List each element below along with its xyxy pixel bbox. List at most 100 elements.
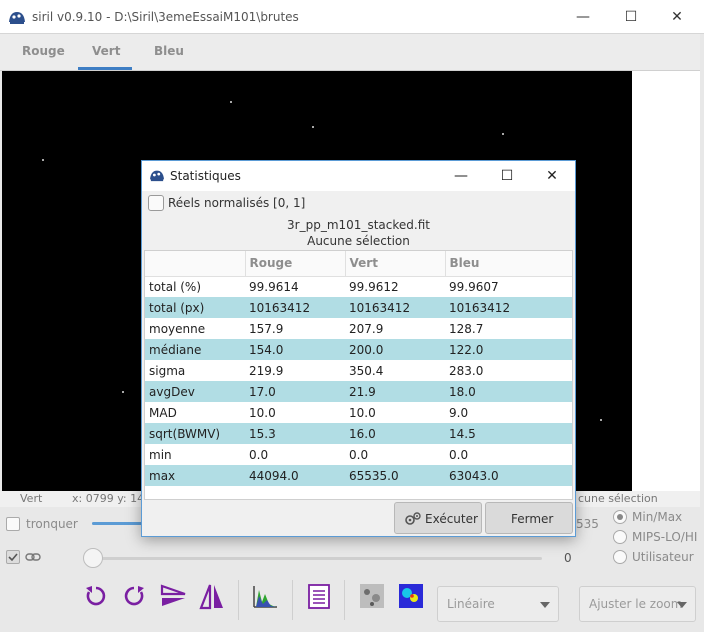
mirror-horizontal-icon[interactable] (159, 582, 187, 610)
vert-value: 207.9 (349, 321, 384, 336)
rouge-value: 0.0 (249, 447, 269, 462)
star-point (230, 101, 232, 103)
rotate-right-icon[interactable] (120, 582, 148, 610)
dialog-titlebar: Statistiques — ☐ ✕ (142, 161, 575, 191)
link-checkbox[interactable] (6, 550, 20, 564)
rouge-value: 17.0 (245, 381, 345, 402)
tab-vert[interactable]: Vert (92, 44, 120, 58)
bleu-value: 9.0 (449, 405, 469, 420)
file-name: 3r_pp_m101_stacked.fit (287, 218, 430, 232)
vert-value: 0.0 (349, 447, 369, 462)
table-header-row: Rouge Vert Bleu (145, 251, 572, 277)
table-row: avgDev 17.0 21.9 18.0 (145, 381, 572, 402)
table-row: total (%) 99.9614 99.9612 99.9607 (145, 276, 572, 297)
mirror-vertical-icon[interactable] (198, 582, 226, 610)
close-dialog-button[interactable]: Fermer (485, 502, 573, 534)
vert-value: 99.9612 (349, 279, 399, 294)
normalize-label: Réels normalisés [0, 1] (168, 196, 306, 210)
grayscale-view-icon[interactable] (358, 582, 386, 610)
column-header-vert[interactable]: Vert (345, 251, 446, 277)
star-point (42, 159, 44, 161)
maximize-button[interactable]: ☐ (616, 6, 646, 28)
rouge-value: 44094.0 (245, 465, 345, 486)
bleu-value: 128.7 (449, 321, 484, 336)
window-title: siril v0.9.10 - D:\Siril\3emeEssaiM101\b… (32, 10, 299, 24)
scale-combo[interactable]: Linéaire (437, 586, 559, 622)
radio-mips-lo-hi[interactable] (613, 530, 627, 544)
chevron-down-icon (540, 602, 550, 608)
status-channel: Vert (20, 492, 43, 505)
toolbar-separator (238, 580, 239, 620)
scale-combo-value: Linéaire (447, 597, 495, 611)
main-titlebar: siril v0.9.10 - D:\Siril\3emeEssaiM101\b… (0, 0, 704, 34)
radio-min-max[interactable] (613, 510, 627, 524)
radio-utilisateur[interactable] (613, 550, 627, 564)
radio-mips-label: MIPS-LO/HI (632, 530, 698, 544)
dialog-title: Statistiques (170, 169, 241, 183)
tab-bleu[interactable]: Bleu (154, 44, 184, 58)
dialog-minimize-button[interactable]: — (447, 165, 475, 187)
row-label: total (px) (145, 297, 245, 318)
bleu-value: 18.0 (445, 381, 572, 402)
row-label: MAD (149, 405, 177, 420)
link-icon (25, 550, 41, 567)
zoom-combo[interactable]: Ajuster le zoom (579, 586, 696, 622)
statistics-dialog: Statistiques — ☐ ✕ Réels normalisés [0, … (141, 160, 576, 537)
dialog-close-button[interactable]: ✕ (538, 165, 566, 187)
vert-value: 200.0 (345, 339, 445, 360)
close-button[interactable]: ✕ (662, 6, 692, 28)
channel-tabs: Rouge Vert Bleu (0, 34, 700, 71)
false-color-view-icon[interactable] (397, 582, 425, 610)
minimize-button[interactable]: — (568, 6, 598, 28)
low-slider-knob[interactable] (83, 548, 103, 568)
statistics-icon[interactable] (305, 582, 333, 610)
bleu-value: 99.9607 (449, 279, 499, 294)
rouge-value: 10.0 (249, 405, 276, 420)
radio-min-max-label: Min/Max (632, 510, 683, 524)
bleu-value: 122.0 (445, 339, 572, 360)
rouge-value: 15.3 (245, 423, 345, 444)
dialog-maximize-button[interactable]: ☐ (493, 165, 521, 187)
column-header-name[interactable] (145, 251, 246, 277)
star-point (122, 391, 124, 393)
rouge-value: 99.9614 (249, 279, 299, 294)
column-header-rouge[interactable]: Rouge (245, 251, 346, 277)
execute-button-label: Exécuter (425, 512, 478, 526)
histogram-icon[interactable] (251, 582, 279, 610)
star-point (600, 419, 602, 421)
rotate-left-icon[interactable] (82, 582, 110, 610)
tronquer-checkbox[interactable] (6, 517, 20, 531)
normalize-checkbox[interactable] (148, 195, 164, 211)
zoom-combo-value: Ajuster le zoom (589, 597, 683, 611)
bleu-value: 63043.0 (445, 465, 572, 486)
siril-app-icon (149, 168, 165, 185)
close-dialog-label: Fermer (511, 512, 554, 526)
selection-status: Aucune sélection (307, 234, 410, 248)
bleu-value: 0.0 (449, 447, 469, 462)
row-label: sigma (149, 363, 186, 378)
low-slider-track[interactable] (92, 557, 542, 560)
row-label: min (149, 447, 172, 462)
tab-rouge[interactable]: Rouge (22, 44, 65, 58)
vert-value: 16.0 (345, 423, 445, 444)
statistics-table: Rouge Vert Bleu total (%) 99.9614 99.961… (144, 250, 573, 500)
radio-utilisateur-label: Utilisateur (632, 550, 694, 564)
table-row: min 0.0 0.0 0.0 (145, 444, 572, 465)
vert-value: 350.4 (349, 363, 384, 378)
chevron-down-icon (677, 602, 687, 608)
bleu-value: 10163412 (445, 297, 572, 318)
star-point (312, 126, 314, 128)
bleu-value: 283.0 (449, 363, 484, 378)
toolbar-separator (344, 580, 345, 620)
siril-app-icon (8, 9, 26, 28)
column-header-bleu[interactable]: Bleu (445, 251, 572, 277)
status-coordinates: x: 0799 y: 143 (72, 492, 152, 505)
execute-gears-icon (404, 511, 422, 530)
rouge-value: 10163412 (245, 297, 345, 318)
row-label: avgDev (145, 381, 245, 402)
rouge-value: 219.9 (249, 363, 284, 378)
bleu-value: 14.5 (445, 423, 572, 444)
table-row: MAD 10.0 10.0 9.0 (145, 402, 572, 423)
execute-button[interactable]: Exécuter (394, 502, 482, 534)
low-slider-value: 0 (564, 551, 572, 565)
